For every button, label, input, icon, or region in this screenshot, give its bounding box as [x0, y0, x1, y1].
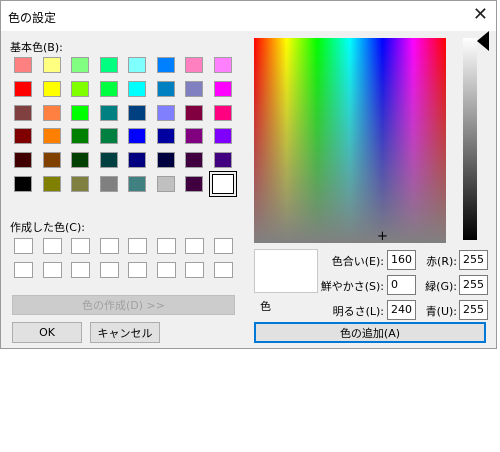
basic-color-swatch[interactable] — [71, 80, 89, 97]
basic-color-swatch[interactable] — [42, 57, 61, 73]
color-solid-label: 色 — [260, 300, 271, 313]
basic-color-swatch[interactable] — [156, 104, 175, 121]
basic-color-swatch[interactable] — [185, 128, 203, 145]
custom-color-swatch[interactable] — [156, 238, 176, 254]
custom-color-swatch[interactable] — [156, 262, 176, 278]
basic-color-swatch[interactable] — [14, 152, 32, 169]
basic-color-swatch[interactable] — [99, 57, 118, 73]
basic-color-swatch[interactable] — [14, 80, 32, 97]
basic-color-swatch[interactable] — [42, 80, 61, 97]
basic-color-swatch[interactable] — [99, 128, 118, 145]
custom-color-swatch[interactable] — [128, 262, 147, 278]
basic-color-swatch[interactable] — [14, 104, 32, 121]
crosshair-icon: + — [377, 229, 388, 244]
basic-color-swatch[interactable] — [42, 128, 61, 145]
title-bar: 色の設定 ✕ — [1, 1, 496, 31]
custom-color-swatch[interactable] — [71, 238, 90, 254]
basic-color-swatch[interactable] — [156, 152, 175, 169]
basic-color-swatch[interactable] — [213, 57, 232, 73]
basic-color-swatch[interactable] — [156, 128, 175, 145]
basic-color-swatch[interactable] — [71, 57, 89, 73]
custom-color-swatch[interactable] — [99, 238, 119, 254]
basic-color-swatch[interactable] — [185, 152, 203, 169]
basic-colors-label: 基本色(B): — [10, 41, 63, 54]
basic-color-swatch[interactable] — [71, 104, 89, 121]
blue-label: 青(U): — [425, 305, 457, 318]
luminosity-label: 明るさ(L): — [332, 305, 384, 318]
basic-color-swatch[interactable] — [156, 176, 175, 192]
basic-color-swatch[interactable] — [185, 80, 203, 97]
custom-color-swatch[interactable] — [42, 262, 62, 278]
basic-color-swatch[interactable] — [128, 128, 146, 145]
saturation-field[interactable]: 0 — [387, 275, 416, 295]
basic-color-swatch[interactable] — [14, 57, 32, 73]
custom-colors-label: 作成した色(C): — [10, 221, 85, 234]
basic-color-swatch[interactable] — [128, 176, 146, 192]
custom-color-swatch[interactable] — [128, 238, 147, 254]
basic-color-swatch[interactable] — [99, 104, 118, 121]
basic-color-swatch[interactable] — [128, 152, 146, 169]
ok-button[interactable]: OK — [12, 322, 82, 343]
basic-color-swatch[interactable] — [156, 57, 175, 73]
blue-field[interactable]: 255 — [459, 300, 488, 320]
green-field[interactable]: 255 — [459, 275, 488, 295]
custom-color-swatch[interactable] — [14, 238, 33, 254]
basic-color-swatch[interactable] — [213, 128, 232, 145]
color-preview — [254, 249, 318, 293]
define-custom-colors-button[interactable]: 色の作成(D) >> — [12, 295, 235, 315]
color-dialog: 色の設定 ✕ 基本色(B): 作成した色(C): 色の作成(D) >> OK キ… — [0, 0, 497, 349]
basic-color-swatch[interactable] — [213, 80, 232, 97]
red-field[interactable]: 255 — [459, 250, 488, 270]
basic-color-swatch[interactable] — [185, 104, 203, 121]
red-label: 赤(R): — [426, 255, 457, 268]
custom-color-swatch[interactable] — [14, 262, 33, 278]
basic-color-swatch[interactable] — [42, 152, 61, 169]
custom-color-swatch[interactable] — [185, 238, 204, 254]
basic-color-swatch[interactable] — [213, 152, 232, 169]
hue-label: 色合い(E): — [331, 255, 384, 268]
color-spectrum[interactable]: + — [254, 38, 446, 243]
custom-color-swatch[interactable] — [42, 238, 62, 254]
saturation-label: 鮮やかさ(S): — [320, 280, 384, 293]
basic-color-swatch[interactable] — [42, 176, 61, 192]
basic-color-swatch[interactable] — [128, 80, 146, 97]
custom-color-swatch[interactable] — [99, 262, 119, 278]
basic-color-swatch[interactable] — [99, 152, 118, 169]
basic-color-swatch[interactable] — [213, 104, 232, 121]
basic-color-swatch[interactable] — [99, 176, 118, 192]
custom-color-swatch[interactable] — [71, 262, 90, 278]
basic-color-swatch[interactable] — [156, 80, 175, 97]
basic-color-swatch[interactable] — [14, 176, 32, 192]
basic-color-swatch[interactable] — [71, 128, 89, 145]
luminosity-pointer-icon[interactable] — [477, 31, 491, 51]
basic-color-swatch[interactable] — [71, 152, 89, 169]
basic-color-swatch[interactable] — [209, 171, 237, 197]
custom-color-swatch[interactable] — [213, 262, 233, 278]
close-icon[interactable]: ✕ — [473, 5, 488, 25]
basic-color-swatch[interactable] — [128, 57, 146, 73]
green-label: 緑(G): — [425, 280, 457, 293]
dialog-title: 色の設定 — [8, 11, 57, 25]
cancel-button[interactable]: キャンセル — [90, 322, 160, 343]
basic-color-swatch[interactable] — [99, 80, 118, 97]
luminosity-field[interactable]: 240 — [387, 300, 416, 320]
custom-color-swatch[interactable] — [213, 238, 233, 254]
add-to-custom-colors-button[interactable]: 色の追加(A) — [254, 322, 486, 343]
basic-color-swatch[interactable] — [128, 104, 146, 121]
hue-field[interactable]: 160 — [387, 250, 416, 270]
basic-color-swatch[interactable] — [14, 128, 32, 145]
basic-color-swatch[interactable] — [185, 57, 203, 73]
basic-color-swatch[interactable] — [185, 176, 203, 192]
basic-color-swatch[interactable] — [71, 176, 89, 192]
luminosity-slider[interactable] — [463, 38, 477, 240]
basic-color-swatch[interactable] — [42, 104, 61, 121]
custom-color-swatch[interactable] — [185, 262, 204, 278]
